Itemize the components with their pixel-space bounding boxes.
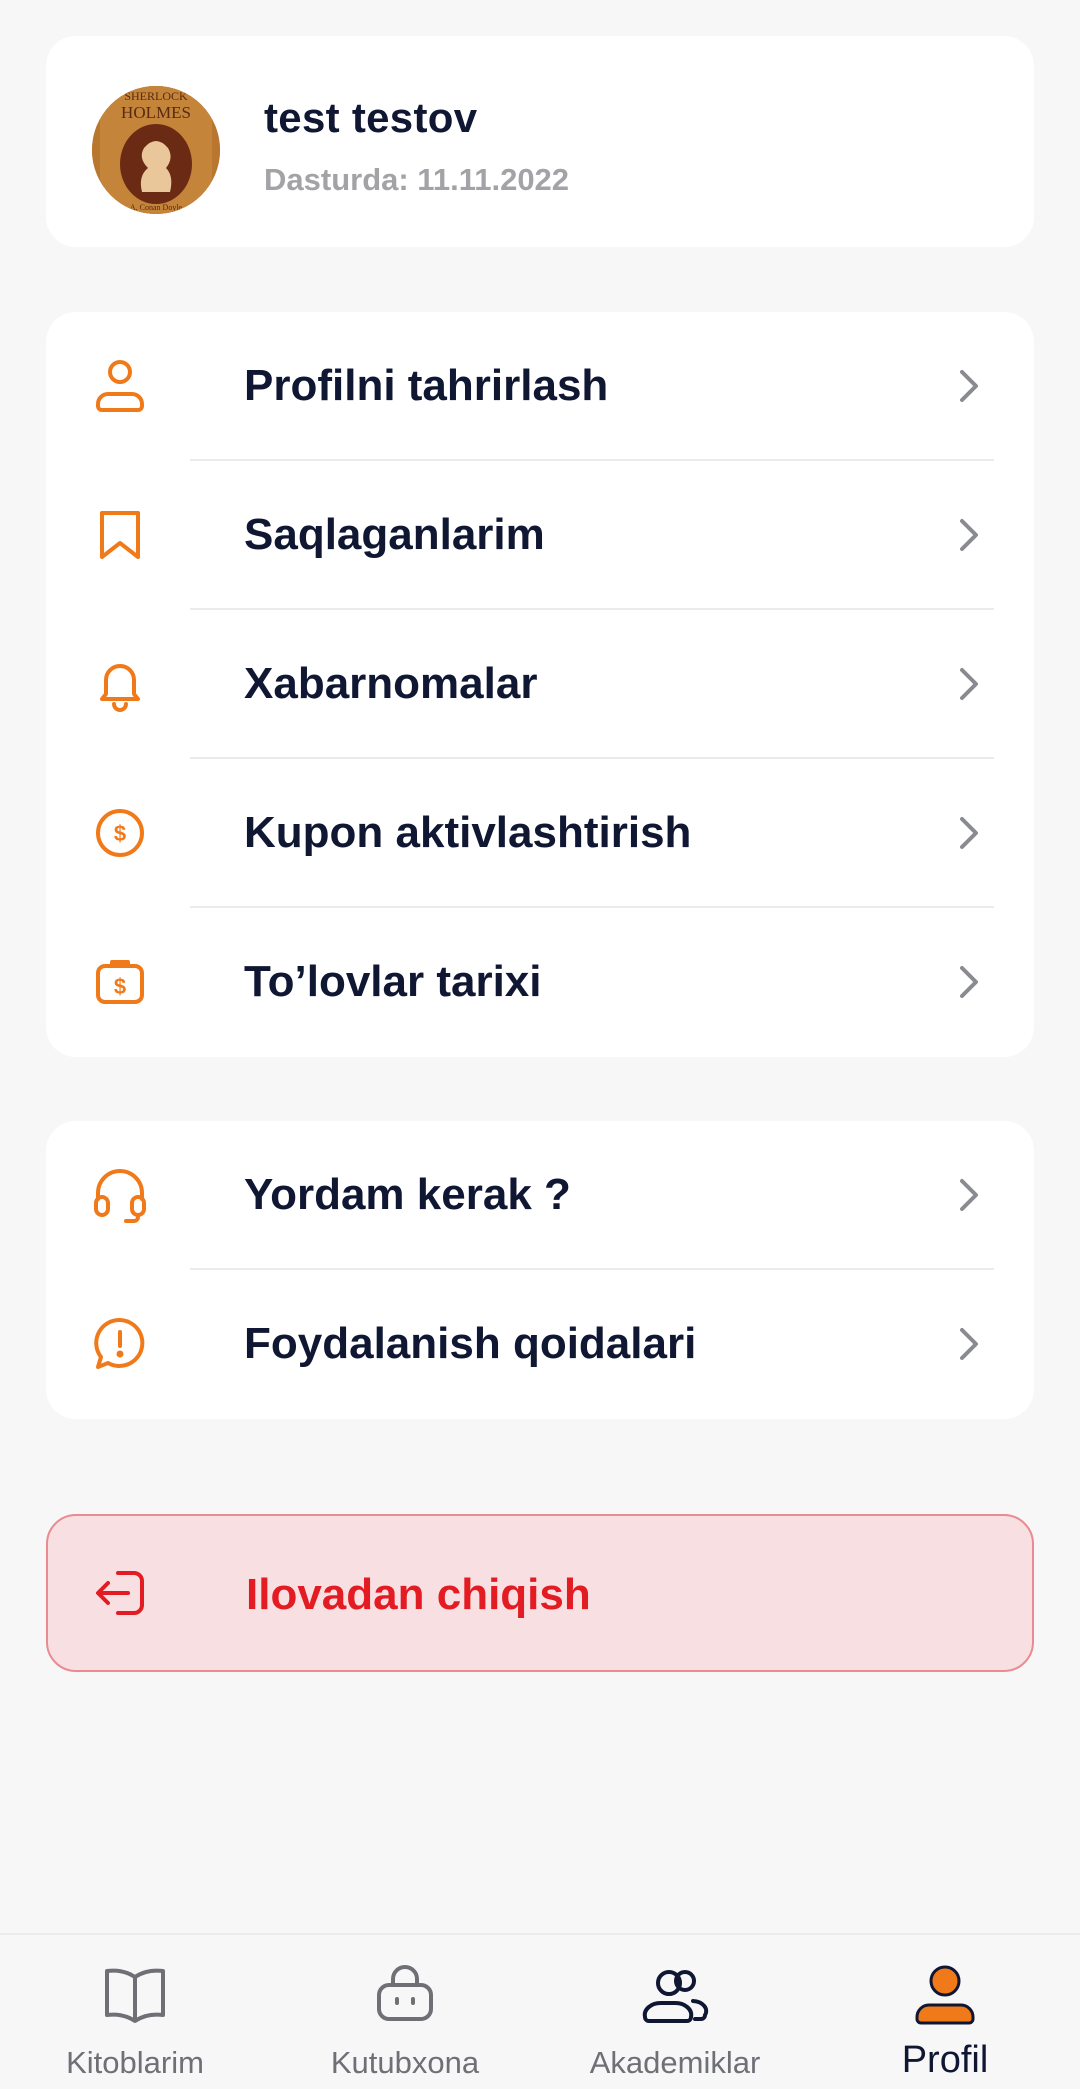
bottom-navigation: Kitoblarim Kutubxona Akademiklar Profil	[0, 1933, 1080, 2089]
support-menu: Yordam kerak ? Foydalanish qoidalari	[46, 1121, 1034, 1419]
svg-text:HOLMES: HOLMES	[121, 103, 191, 122]
bookmark-icon	[90, 505, 150, 565]
menu-item-label: Xabarnomalar	[244, 659, 538, 708]
logout-button[interactable]: Ilovadan chiqish	[46, 1514, 1034, 1672]
menu-item-label: Saqlaganlarim	[244, 510, 545, 559]
chevron-right-icon	[948, 813, 988, 853]
svg-text:A. Conan Doyle: A. Conan Doyle	[130, 203, 183, 212]
profile-filled-icon	[909, 1959, 981, 2031]
nav-tab-profile[interactable]: Profil	[810, 1935, 1080, 2089]
headset-icon	[90, 1165, 150, 1225]
logout-icon	[92, 1563, 152, 1623]
profile-screen: SHERLOCK HOLMES A. Conan Doyle test test…	[0, 0, 1080, 2089]
nav-label: Akademiklar	[589, 2045, 761, 2080]
nav-label: Profil	[901, 2039, 989, 2081]
menu-item-help[interactable]: Yordam kerak ?	[46, 1121, 1034, 1270]
menu-item-label: Yordam kerak ?	[244, 1170, 571, 1219]
open-book-icon	[99, 1959, 171, 2031]
chevron-right-icon	[948, 1175, 988, 1215]
menu-item-terms[interactable]: Foydalanish qoidalari	[46, 1270, 1034, 1419]
avatar[interactable]: SHERLOCK HOLMES A. Conan Doyle	[92, 86, 220, 214]
users-icon	[639, 1959, 711, 2031]
nav-label: Kutubxona	[330, 2045, 480, 2080]
menu-item-label: Foydalanish qoidalari	[244, 1319, 697, 1368]
chevron-right-icon	[948, 962, 988, 1002]
menu-item-notifications[interactable]: Xabarnomalar	[46, 610, 1034, 759]
menu-item-coupon[interactable]: $ Kupon aktivlashtirish	[46, 759, 1034, 908]
svg-text:SHERLOCK: SHERLOCK	[124, 89, 188, 103]
chevron-right-icon	[948, 1324, 988, 1364]
bell-icon	[90, 654, 150, 714]
wallet-dollar-icon: $	[90, 952, 150, 1012]
profile-name: test testov	[264, 94, 478, 141]
svg-text:$: $	[114, 974, 126, 999]
account-menu: Profilni tahrirlash Saqlaganlarim Xabarn…	[46, 312, 1034, 1057]
member-since: Dasturda: 11.11.2022	[264, 162, 570, 197]
nav-tab-academics[interactable]: Akademiklar	[540, 1935, 810, 2089]
alert-message-icon	[90, 1314, 150, 1374]
menu-item-label: Profilni tahrirlash	[244, 361, 609, 410]
menu-item-saved[interactable]: Saqlaganlarim	[46, 461, 1034, 610]
dollar-coin-icon: $	[90, 803, 150, 863]
menu-item-label: Kupon aktivlashtirish	[244, 808, 692, 857]
book-cover-icon: SHERLOCK HOLMES A. Conan Doyle	[92, 86, 220, 214]
user-icon	[90, 356, 150, 416]
profile-card: SHERLOCK HOLMES A. Conan Doyle test test…	[46, 36, 1034, 247]
chevron-right-icon	[948, 366, 988, 406]
chevron-right-icon	[948, 664, 988, 704]
menu-item-payment-history[interactable]: $ To’lovlar tarixi	[46, 908, 1034, 1057]
chevron-right-icon	[948, 515, 988, 555]
nav-tab-library[interactable]: Kutubxona	[270, 1935, 540, 2089]
menu-item-label: To’lovlar tarixi	[244, 957, 542, 1006]
menu-item-edit-profile[interactable]: Profilni tahrirlash	[46, 312, 1034, 461]
svg-text:$: $	[114, 821, 126, 846]
nav-tab-my-books[interactable]: Kitoblarim	[0, 1935, 270, 2089]
nav-label: Kitoblarim	[66, 2045, 204, 2080]
logout-label: Ilovadan chiqish	[246, 1570, 591, 1619]
shopping-bag-icon	[369, 1959, 441, 2031]
